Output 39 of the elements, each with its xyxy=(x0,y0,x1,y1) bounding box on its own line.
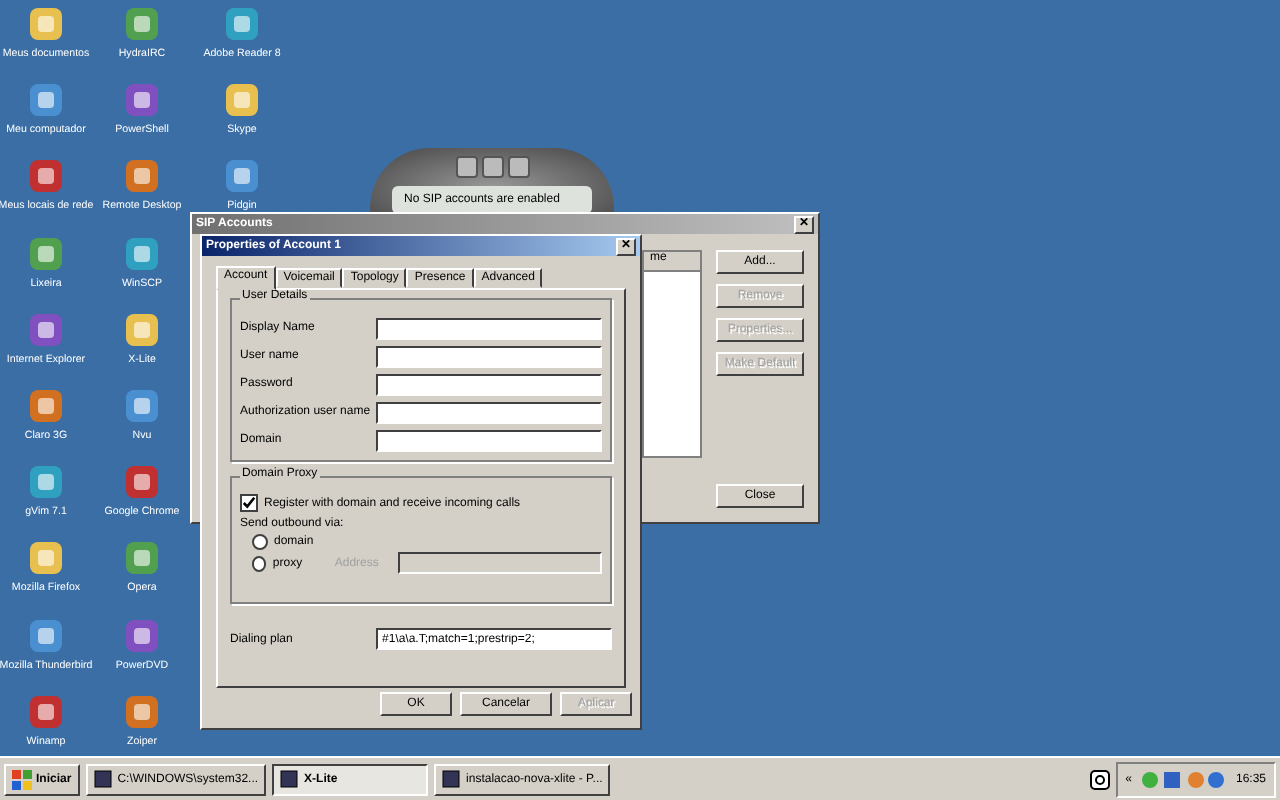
app-icon[interactable] xyxy=(26,233,66,274)
app-icon[interactable] xyxy=(122,691,162,732)
app-icon[interactable] xyxy=(26,156,66,197)
app-icon[interactable] xyxy=(122,462,162,503)
app-icon[interactable] xyxy=(26,309,66,350)
app-icon[interactable] xyxy=(26,462,66,503)
window-icon xyxy=(442,770,461,788)
app-icon[interactable] xyxy=(222,80,262,121)
input-field[interactable] xyxy=(376,373,602,395)
app-icon[interactable] xyxy=(122,156,162,197)
app-icon[interactable] xyxy=(222,156,262,197)
app-icon[interactable] xyxy=(122,385,162,426)
app-icon[interactable] xyxy=(26,691,66,732)
app-icon[interactable] xyxy=(222,4,262,44)
app-icon[interactable] xyxy=(26,80,66,121)
app-icon[interactable] xyxy=(122,615,162,655)
app-icon[interactable] xyxy=(122,233,162,274)
checkbox[interactable] xyxy=(240,494,258,512)
input-field[interactable] xyxy=(376,429,602,451)
input-field[interactable] xyxy=(376,401,602,423)
phone-button[interactable] xyxy=(481,156,503,178)
app-icon[interactable] xyxy=(26,538,66,579)
radio-button[interactable] xyxy=(252,555,267,571)
windows-logo-icon xyxy=(12,769,32,789)
tray-icons-drawing[interactable] xyxy=(1139,769,1228,789)
input-field[interactable] xyxy=(376,345,602,367)
app-icon[interactable] xyxy=(26,385,66,426)
radio-button[interactable] xyxy=(252,533,268,549)
app-icon[interactable] xyxy=(122,538,162,579)
app-icon[interactable] xyxy=(122,80,162,121)
app-icon[interactable] xyxy=(122,309,162,350)
phone-button[interactable] xyxy=(455,156,477,178)
app-icon[interactable] xyxy=(26,4,66,44)
window-icon xyxy=(93,770,112,788)
app-icon[interactable] xyxy=(122,4,162,44)
app-icon[interactable] xyxy=(26,615,66,655)
input-field[interactable] xyxy=(376,317,602,339)
phone-button[interactable] xyxy=(507,156,529,178)
window-icon xyxy=(280,770,299,788)
